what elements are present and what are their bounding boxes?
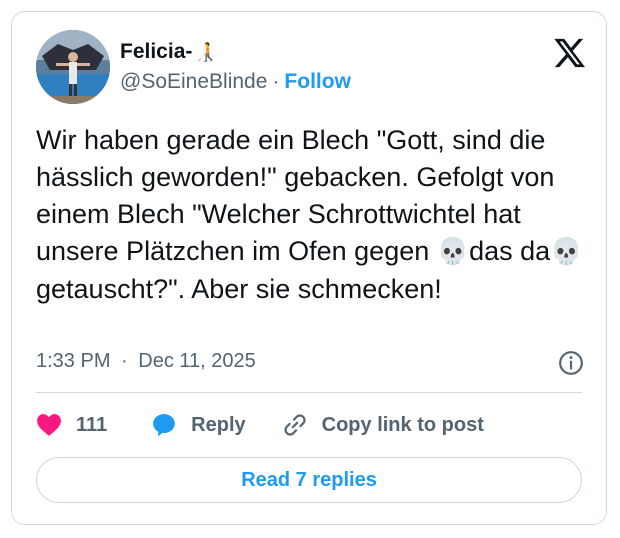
divider (36, 392, 582, 393)
skull-icon: 💀 (436, 237, 470, 267)
reply-label: Reply (191, 413, 246, 436)
action-bar: 111 Reply Copy link to post (36, 410, 484, 440)
read-replies-button[interactable]: Read 7 replies (36, 457, 582, 503)
author-name[interactable]: Felicia- 🧑‍🦯 (120, 40, 217, 64)
handle-separator: · (272, 70, 280, 93)
post-date[interactable]: Dec 11, 2025 (138, 350, 256, 372)
avatar[interactable] (36, 30, 110, 104)
author-handle[interactable]: @SoEineBlinde (120, 70, 267, 94)
handle-row: @SoEineBlinde · Follow (120, 70, 351, 94)
post-timestamp[interactable]: 1:33 PM · Dec 11, 2025 (36, 350, 256, 373)
post-text-part-3: getauscht?". Aber sie schmecken! (36, 274, 442, 304)
post-card: Felicia- 🧑‍🦯 @SoEineBlinde · Follow Wir … (11, 11, 607, 525)
display-name[interactable]: Felicia- (120, 40, 192, 64)
person-with-cane-icon: 🧑‍🦯 (194, 41, 217, 63)
like-count: 111 (76, 413, 108, 436)
reply-bubble-icon (153, 414, 176, 437)
post-text: Wir haben gerade ein Blech "Gott, sind d… (36, 122, 584, 308)
heart-icon (37, 414, 61, 436)
x-logo-icon[interactable] (552, 36, 586, 70)
copy-link-button[interactable]: Copy link to post (282, 412, 484, 438)
info-icon[interactable] (558, 350, 584, 376)
copy-link-label: Copy link to post (321, 413, 484, 436)
read-replies-label: Read 7 replies (241, 468, 377, 491)
post-time[interactable]: 1:33 PM (36, 350, 110, 372)
follow-button[interactable]: Follow (284, 70, 351, 94)
reply-button[interactable]: Reply (151, 412, 246, 438)
post-text-part-2: das da (469, 236, 551, 266)
skull-icon: 💀 (550, 237, 583, 267)
meta-separator: · (121, 350, 128, 372)
link-icon (284, 414, 306, 436)
like-button[interactable]: 111 (36, 413, 107, 437)
